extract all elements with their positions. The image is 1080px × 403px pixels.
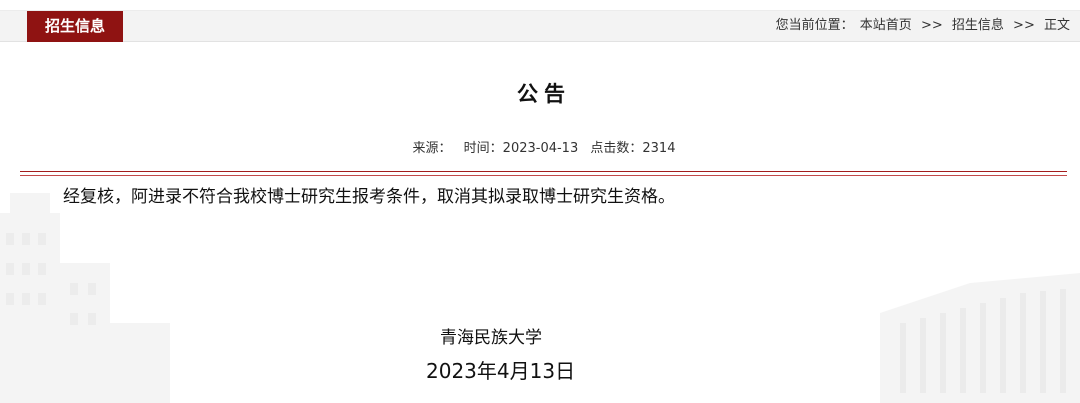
meta-clicks-value: 2314 (642, 141, 676, 156)
meta-time: 时间：2023-04-13 (464, 141, 579, 156)
meta-clicks-label: 点击数： (590, 141, 643, 156)
article-meta: 来源： 时间：2023-04-13 点击数：2314 (0, 137, 1080, 156)
meta-source-label: 来源： (412, 141, 452, 156)
article-signature: 青海民族大学 (440, 328, 542, 348)
background-building-left (0, 193, 170, 403)
breadcrumb: 您当前位置： 本站首页 >> 招生信息 >> 正文 (775, 11, 1071, 41)
background-building-right (880, 273, 1080, 403)
meta-time-label: 时间： (463, 141, 503, 156)
breadcrumb-item-current: 正文 (1043, 18, 1070, 33)
section-tab-admissions[interactable]: 招生信息 (27, 11, 123, 42)
divider-line (20, 171, 1067, 172)
breadcrumb-item-admissions[interactable]: 招生信息 (952, 18, 1004, 33)
page: 招生信息 您当前位置： 本站首页 >> 招生信息 >> 正文 公告 来源： 时间… (0, 0, 1080, 403)
article-title: 公告 (517, 82, 571, 106)
article-date: 2023年4月13日 (426, 359, 576, 383)
breadcrumb-item-home[interactable]: 本站首页 (860, 18, 912, 33)
meta-time-value: 2023-04-13 (502, 141, 579, 156)
article-body: 经复核，阿进录不符合我校博士研究生报考条件，取消其拟录取博士研究生资格。 (63, 187, 675, 207)
meta-clicks: 点击数：2314 (590, 141, 675, 156)
breadcrumb-prefix: 您当前位置： (775, 18, 854, 33)
divider-line (20, 175, 1067, 176)
breadcrumb-separator: >> (1013, 18, 1035, 33)
top-bar: 招生信息 您当前位置： 本站首页 >> 招生信息 >> 正文 (0, 10, 1080, 42)
breadcrumb-separator: >> (920, 18, 943, 33)
